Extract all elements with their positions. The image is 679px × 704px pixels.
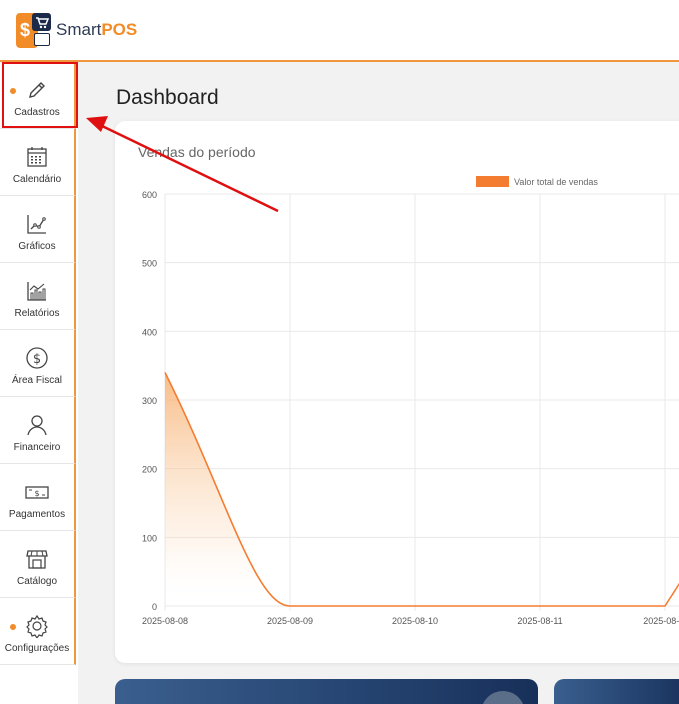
sidebar-item-label: Financeiro [13, 442, 61, 453]
line-chart-icon [24, 211, 50, 237]
y-tick-label: 200 [142, 465, 157, 475]
smartpos-logo-icon[interactable]: $ [16, 12, 51, 48]
gear-icon [24, 613, 50, 639]
legend-label: Valor total de vendas [514, 177, 598, 187]
sidebar-item-label: Área Fiscal [11, 375, 62, 386]
legend-swatch [476, 176, 509, 187]
svg-text:$: $ [33, 352, 41, 367]
x-tick-label: 2025-08-09 [267, 616, 313, 626]
dollar-circle-icon: $ [24, 345, 50, 371]
brand-name: SmartPOS [56, 20, 138, 39]
notification-dot [10, 88, 16, 94]
sidebar-item-graficos[interactable]: Gráficos [0, 196, 76, 263]
sales-chart-card: 0 100 200 300 400 500 600 2025-08-08 2025-08-09 2… [115, 121, 679, 663]
top-header: $ SmartPOS [0, 0, 679, 62]
sales-chart: 0 100 200 300 400 500 600 2025-08-08 2025-08-09 2… [142, 176, 679, 626]
sidebar-item-label: Configurações [4, 643, 70, 654]
sidebar-item-financeiro[interactable]: Financeiro [0, 397, 76, 464]
store-icon [24, 546, 50, 572]
notification-dot [10, 624, 16, 630]
y-tick-label: 300 [142, 396, 157, 406]
svg-text:$: $ [34, 489, 39, 498]
user-icon [24, 412, 50, 438]
calendar-icon [24, 144, 50, 170]
sidebar-item-label: Relatórios [14, 308, 60, 319]
x-tick-label: 2025-08-08 [142, 616, 188, 626]
y-tick-label: 0 [152, 602, 157, 612]
sidebar-item-label: Catálogo [16, 576, 58, 587]
x-tick-label: 2025-08-11 [517, 616, 562, 626]
summary-card-2[interactable] [554, 679, 679, 704]
sidebar-item-cadastros[interactable]: Cadastros [0, 62, 76, 129]
y-tick-label: 100 [142, 533, 157, 543]
summary-card-1[interactable] [115, 679, 538, 704]
app: $ SmartPOS Cadastros Calendário Gráficos… [0, 0, 679, 704]
y-tick-label: 400 [142, 327, 157, 337]
sidebar-item-label: Pagamentos [8, 509, 66, 520]
x-tick-label: 2025-08-10 [392, 616, 438, 626]
sidebar-item-pagamentos[interactable]: $ Pagamentos [0, 464, 76, 531]
sidebar: Cadastros Calendário Gráficos Relatórios… [0, 62, 78, 704]
y-tick-label: 500 [142, 259, 157, 269]
page-title: Dashboard [116, 86, 219, 109]
bar-chart-icon [24, 278, 50, 304]
card-icon [481, 691, 525, 704]
sidebar-item-area-fiscal[interactable]: $ Área Fiscal [0, 330, 76, 397]
sidebar-item-label: Calendário [12, 174, 62, 185]
sidebar-item-configuracoes[interactable]: Configurações [0, 598, 76, 665]
chart-title: Vendas do período [138, 144, 256, 160]
sidebar-item-calendario[interactable]: Calendário [0, 129, 76, 196]
pencil-icon [24, 77, 50, 103]
sidebar-item-catalogo[interactable]: Catálogo [0, 531, 76, 598]
x-tick-label: 2025-08-... [643, 616, 679, 626]
sidebar-item-label: Gráficos [18, 241, 56, 252]
sidebar-item-label: Cadastros [14, 107, 60, 118]
sidebar-item-relatorios[interactable]: Relatórios [0, 263, 76, 330]
y-tick-label: 600 [142, 190, 157, 200]
banknote-icon: $ [24, 479, 50, 505]
series-area [165, 372, 679, 606]
